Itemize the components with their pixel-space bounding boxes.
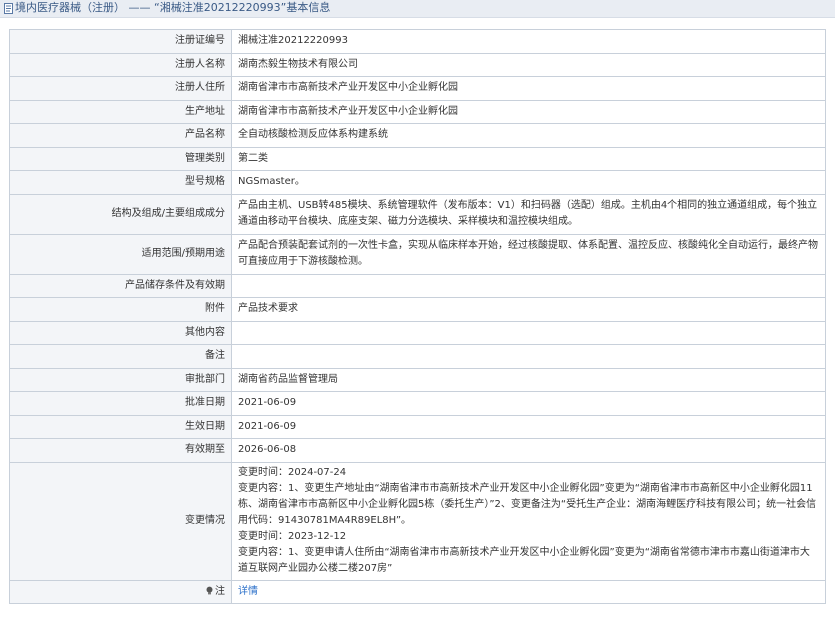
table-row: 其他内容: [9, 320, 826, 345]
field-label: 附件: [9, 297, 232, 322]
field-value: 2021-06-09: [231, 414, 826, 439]
field-label: 审批部门: [9, 367, 232, 392]
table-row: 结构及组成/主要组成成分 产品由主机、USB转485模块、系统管理软件（发布版本…: [9, 193, 826, 235]
field-label: 结构及组成/主要组成成分: [9, 193, 232, 235]
table-row: 适用范围/预期用途 产品配合预装配套试剂的一次性卡盒，实现从临床样本开始，经过核…: [9, 233, 826, 275]
bulb-icon: [206, 586, 213, 595]
table-row: 审批部门 湖南省药品监督管理局: [9, 367, 826, 392]
table-row: 有效期至 2026-06-08: [9, 438, 826, 463]
field-value: 产品技术要求: [231, 297, 826, 322]
field-value: 产品配合预装配套试剂的一次性卡盒，实现从临床样本开始，经过核酸提取、体系配置、温…: [231, 233, 826, 275]
field-value: 湖南省津市市高新技术产业开发区中小企业孵化园: [231, 99, 826, 124]
field-label: 生产地址: [9, 99, 232, 124]
table-row: 管理类别 第二类: [9, 146, 826, 171]
document-icon: [4, 3, 13, 14]
change-history: 变更时间：2024-07-24 变更内容：1、变更生产地址由“湖南省津市市高新技…: [231, 461, 826, 581]
field-label: 注册人名称: [9, 52, 232, 77]
field-label: 型号规格: [9, 170, 232, 195]
field-label: 有效期至: [9, 438, 232, 463]
note-label: 注: [215, 585, 225, 597]
field-value: 产品由主机、USB转485模块、系统管理软件（发布版本：V1）和扫码器（选配）组…: [231, 193, 826, 235]
field-label: 批准日期: [9, 391, 232, 416]
table-row: 注册人住所 湖南省津市市高新技术产业开发区中小企业孵化园: [9, 76, 826, 101]
table-row: 产品名称 全自动核酸检测反应体系构建系统: [9, 123, 826, 148]
field-value: 湖南省津市市高新技术产业开发区中小企业孵化园: [231, 76, 826, 101]
field-label: 注册证编号: [9, 29, 232, 54]
field-value: NGSmaster。: [231, 170, 826, 195]
field-value: 湘械注准20212220993: [231, 29, 826, 54]
field-value: [231, 320, 826, 345]
table-row-note: 注 详情: [9, 579, 826, 604]
table-row-changes: 变更情况 变更时间：2024-07-24 变更内容：1、变更生产地址由“湖南省津…: [9, 461, 826, 581]
table-row: 附件 产品技术要求: [9, 297, 826, 322]
table-row: 注册人名称 湖南杰毅生物技术有限公司: [9, 52, 826, 77]
change-line: 变更内容：1、变更申请人住所由“湖南省津市市高新技术产业开发区中小企业孵化园”变…: [238, 547, 810, 574]
field-value: 全自动核酸检测反应体系构建系统: [231, 123, 826, 148]
field-value: 2021-06-09: [231, 391, 826, 416]
field-label: 适用范围/预期用途: [9, 233, 232, 275]
table-row: 注册证编号 湘械注准20212220993: [9, 29, 826, 54]
note-label-cell: 注: [9, 579, 232, 604]
table-row: 型号规格 NGSmaster。: [9, 170, 826, 195]
field-label: 管理类别: [9, 146, 232, 171]
field-value: [231, 344, 826, 369]
table-row: 备注: [9, 344, 826, 369]
field-label: 产品名称: [9, 123, 232, 148]
field-value: 湖南省药品监督管理局: [231, 367, 826, 392]
field-value: 湖南杰毅生物技术有限公司: [231, 52, 826, 77]
field-label: 备注: [9, 344, 232, 369]
info-table: 注册证编号 湘械注准20212220993 注册人名称 湖南杰毅生物技术有限公司…: [9, 29, 826, 604]
change-line: 变更内容：1、变更生产地址由“湖南省津市市高新技术产业开发区中小企业孵化园”变更…: [238, 483, 817, 526]
field-label: 其他内容: [9, 320, 232, 345]
field-label: 注册人住所: [9, 76, 232, 101]
note-value-cell: 详情: [231, 579, 826, 604]
field-value: 2026-06-08: [231, 438, 826, 463]
table-row: 生效日期 2021-06-09: [9, 414, 826, 439]
field-value: 第二类: [231, 146, 826, 171]
field-value: [231, 273, 826, 298]
table-row: 批准日期 2021-06-09: [9, 391, 826, 416]
field-label: 变更情况: [9, 461, 232, 581]
table-row: 产品储存条件及有效期: [9, 273, 826, 298]
change-line: 变更时间：2023-12-12: [238, 531, 347, 542]
details-link[interactable]: 详情: [238, 586, 258, 597]
field-label: 生效日期: [9, 414, 232, 439]
page-title: 境内医疗器械（注册） —— “湘械注准20212220993”基本信息: [15, 1, 331, 14]
table-row: 生产地址 湖南省津市市高新技术产业开发区中小企业孵化园: [9, 99, 826, 124]
change-line: 变更时间：2024-07-24: [238, 467, 347, 478]
title-bar: 境内医疗器械（注册） —— “湘械注准20212220993”基本信息: [0, 0, 835, 18]
field-label: 产品储存条件及有效期: [9, 273, 232, 298]
